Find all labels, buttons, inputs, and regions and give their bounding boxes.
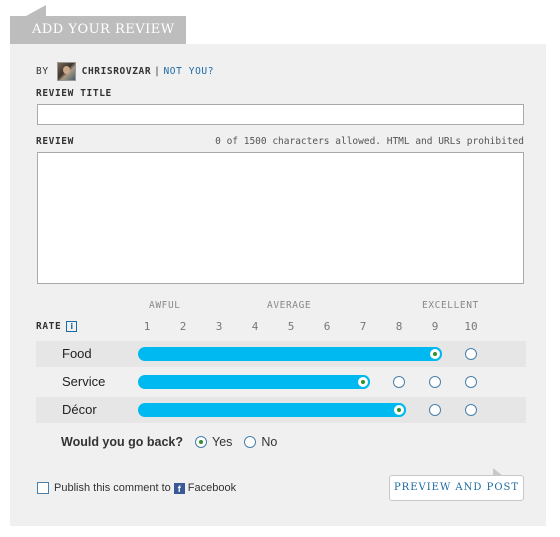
rating-radio[interactable] [465, 404, 477, 416]
slider-knob[interactable] [428, 347, 442, 361]
yes-label: Yes [212, 435, 233, 449]
rating-category-label: Décor [62, 402, 97, 417]
scale-number: 4 [251, 320, 259, 333]
username: CHRISROVZAR [81, 65, 152, 77]
go-back-no-option[interactable]: No [244, 435, 277, 449]
no-radio[interactable] [244, 436, 257, 448]
add-review-tab: ADD YOUR REVIEW [10, 16, 186, 44]
facebook-icon: f [173, 482, 185, 494]
avatar [56, 61, 76, 81]
rating-category-label: Food [62, 346, 92, 361]
no-label: No [261, 435, 278, 449]
info-icon[interactable]: i [66, 321, 78, 332]
separator: | [154, 65, 161, 77]
publish-facebook-checkbox[interactable] [37, 482, 49, 494]
rating-radio[interactable] [465, 376, 477, 388]
rating-radio[interactable] [465, 348, 477, 360]
by-label: BY [36, 65, 49, 77]
scale-excellent-label: EXCELLENT [422, 300, 479, 311]
author-row: BY CHRISROVZAR | NOT YOU? [36, 61, 214, 81]
facebook-publish-row: Publish this comment to f Facebook [37, 482, 236, 494]
scale-number: 8 [395, 320, 403, 333]
facebook-label: Facebook [187, 482, 237, 494]
not-you-link[interactable]: NOT YOU? [163, 66, 214, 77]
rating-radio[interactable] [393, 376, 405, 388]
rating-radio[interactable] [429, 404, 441, 416]
review-panel: BY CHRISROVZAR | NOT YOU? REVIEW TITLE R… [10, 44, 546, 526]
scale-number: 7 [359, 320, 367, 333]
review-textarea[interactable] [37, 152, 524, 284]
scale-average-label: AVERAGE [267, 300, 312, 311]
review-label: REVIEW [36, 136, 74, 147]
scale-number: 5 [287, 320, 295, 333]
scale-number: 1 [143, 320, 151, 333]
rate-label-group: RATE i [36, 321, 78, 332]
yes-radio[interactable] [195, 436, 207, 448]
rating-radio[interactable] [429, 376, 441, 388]
rating-row: Food [36, 341, 526, 367]
review-title-input[interactable] [37, 104, 524, 125]
go-back-question: Would you go back? [61, 435, 183, 449]
go-back-yes-option[interactable]: Yes [195, 435, 232, 449]
scale-number: 2 [179, 320, 187, 333]
tab-notch [26, 5, 46, 16]
preview-and-post-button[interactable]: PREVIEW AND POST [389, 475, 524, 501]
go-back-question-row: Would you go back? Yes No [61, 435, 289, 449]
rating-category-label: Service [62, 374, 106, 389]
scale-number: 6 [323, 320, 331, 333]
rate-label: RATE [36, 321, 62, 332]
publish-text: Publish this comment to [54, 482, 171, 494]
scale-awful-label: AWFUL [149, 300, 181, 311]
char-count-notice: 0 of 1500 characters allowed. HTML and U… [215, 136, 524, 147]
rating-slider-bar[interactable] [138, 375, 370, 389]
scale-number: 3 [215, 320, 223, 333]
rating-row: Service [36, 369, 526, 395]
review-title-label: REVIEW TITLE [36, 88, 112, 99]
slider-knob[interactable] [356, 375, 370, 389]
slider-knob[interactable] [392, 403, 406, 417]
scale-number: 9 [431, 320, 439, 333]
rating-slider-bar[interactable] [138, 347, 442, 361]
rating-slider-bar[interactable] [138, 403, 406, 417]
scale-number: 10 [464, 320, 478, 333]
rating-row: Décor [36, 397, 526, 423]
